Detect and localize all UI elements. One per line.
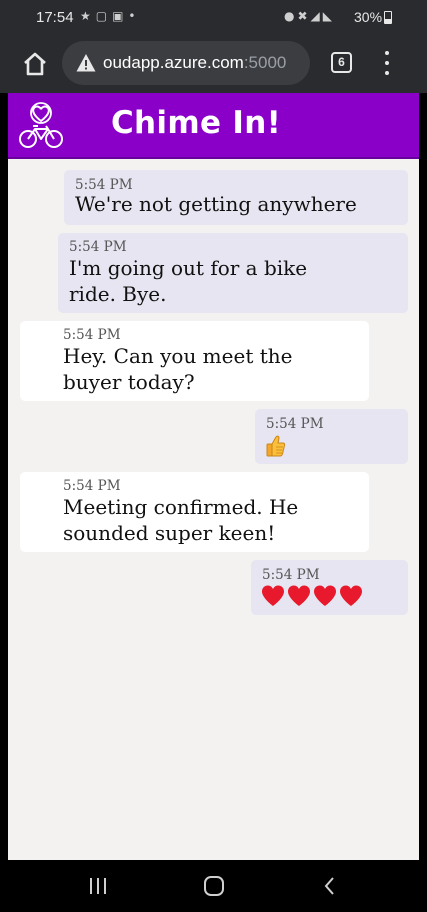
message-text: Hey. Can you meet the	[63, 344, 293, 368]
red-hearts-emoji-icon	[262, 585, 362, 606]
message-text: ride. Bye.	[69, 282, 167, 306]
message-timestamp: 5:54 PM	[266, 416, 324, 432]
warning-icon[interactable]	[76, 53, 96, 73]
url-text[interactable]: oudapp.azure.com:5000	[103, 53, 286, 73]
battery-level: 30%	[354, 9, 383, 25]
bike-heart-logo-icon	[19, 102, 63, 148]
tab-switcher-button[interactable]: 6	[331, 52, 352, 73]
app-header: Chime In!	[8, 93, 419, 159]
message-bubble-outgoing[interactable]: 5:54 PM We're not getting anywhere	[64, 170, 408, 225]
thumbs-up-emoji-icon	[266, 435, 286, 457]
message-bubble-outgoing[interactable]: 5:54 PM	[255, 409, 408, 464]
home-icon[interactable]	[20, 49, 50, 79]
url-port: :5000	[243, 53, 287, 72]
system-nav-bar	[0, 860, 427, 912]
browser-toolbar: oudapp.azure.com:5000 6	[0, 35, 427, 93]
battery-icon	[384, 11, 392, 24]
message-text: We're not getting anywhere	[75, 192, 357, 216]
message-text: buyer today?	[63, 370, 195, 394]
status-bar: 17:54 ★▢▣• ●✖◢◣ 30%	[0, 0, 427, 35]
chat-app: Chime In! 5:54 PM We're not getting anyw…	[8, 93, 419, 860]
back-icon[interactable]	[321, 877, 339, 895]
overflow-menu-icon[interactable]	[380, 51, 394, 75]
message-timestamp: 5:54 PM	[63, 478, 121, 494]
message-text: sounded super keen!	[63, 521, 276, 545]
message-bubble-incoming[interactable]: 5:54 PM Meeting confirmed. He sounded su…	[20, 472, 369, 552]
message-bubble-outgoing[interactable]: 5:54 PM I'm going out for a bike ride. B…	[58, 233, 408, 313]
address-bar[interactable]: oudapp.azure.com:5000	[62, 41, 310, 85]
message-timestamp: 5:54 PM	[262, 567, 320, 583]
recent-apps-icon[interactable]	[90, 878, 108, 894]
message-timestamp: 5:54 PM	[63, 327, 121, 343]
system-icons: ●✖◢◣	[284, 9, 335, 23]
message-text: Meeting confirmed. He	[63, 495, 299, 519]
message-bubble-incoming[interactable]: 5:54 PM Hey. Can you meet the buyer toda…	[20, 321, 369, 401]
message-timestamp: 5:54 PM	[69, 239, 127, 255]
status-time: 17:54	[36, 9, 74, 26]
url-host: oudapp.azure.com	[103, 53, 244, 72]
message-bubble-outgoing[interactable]: 5:54 PM	[251, 560, 408, 615]
home-nav-icon[interactable]	[204, 876, 224, 896]
message-text: I'm going out for a bike	[69, 256, 308, 280]
app-title: Chime In!	[111, 105, 282, 141]
notification-icons: ★▢▣•	[80, 9, 141, 23]
